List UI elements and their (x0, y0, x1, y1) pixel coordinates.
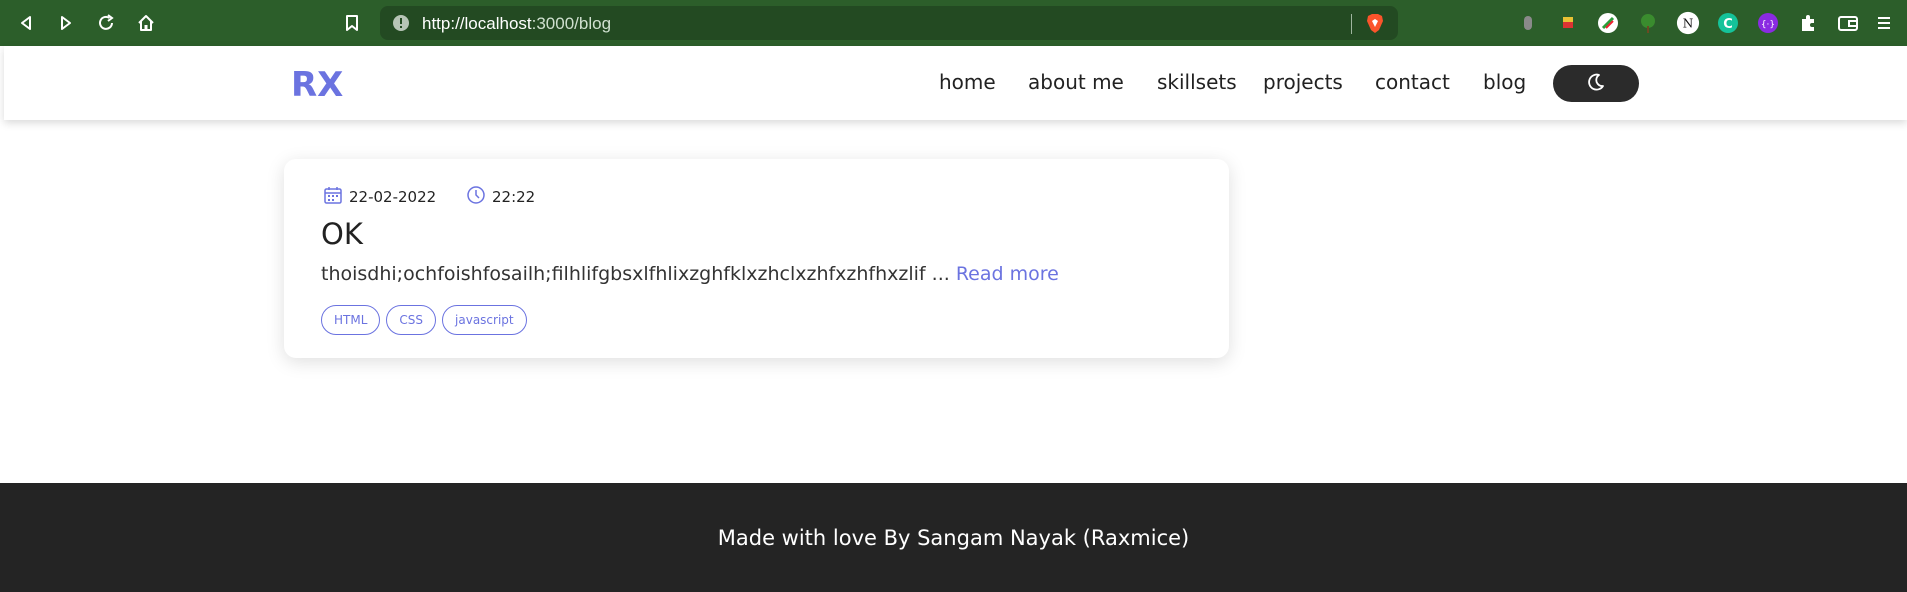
site-logo[interactable]: RX (291, 65, 353, 105)
browser-toolbar: http://localhost:3000/blog N C {·} (0, 0, 1907, 46)
blog-post-card[interactable]: 22-02-2022 22:22 OK thoisdhi;ochfoishfos… (284, 159, 1229, 358)
nav-about-me[interactable]: about me (1028, 70, 1124, 94)
logo-text: RX (291, 66, 343, 100)
post-tags: HTML CSS javascript (321, 305, 533, 335)
extension-1-icon[interactable] (1516, 11, 1540, 35)
brave-shield-icon[interactable] (1364, 12, 1386, 38)
read-more-link[interactable]: Read more (956, 263, 1059, 285)
address-bar[interactable]: http://localhost:3000/blog (380, 6, 1398, 40)
menu-icon[interactable] (1872, 11, 1896, 35)
post-time-text: 22:22 (492, 188, 536, 206)
site-footer: Made with love By Sangam Nayak (Raxmice) (0, 483, 1907, 592)
wallet-icon[interactable] (1836, 11, 1860, 35)
theme-toggle-button[interactable] (1553, 65, 1639, 102)
tree-extension-icon[interactable] (1636, 11, 1660, 35)
clock-icon (466, 185, 486, 209)
post-excerpt: thoisdhi;ochfoishfosailh;filhlifgbsxlfhl… (321, 263, 1059, 285)
site-header: RX home about me skillsets projects cont… (4, 46, 1907, 120)
nav-contact[interactable]: contact (1375, 70, 1450, 94)
moon-icon (1586, 72, 1606, 96)
reload-icon[interactable] (94, 11, 118, 35)
post-date: 22-02-2022 (323, 185, 436, 209)
svg-text:{·}: {·} (1761, 20, 1775, 30)
extensions-icon[interactable] (1796, 11, 1820, 35)
devtools-extension-icon[interactable]: {·} (1756, 11, 1780, 35)
url-text: http://localhost:3000/blog (422, 14, 612, 33)
nav-home[interactable]: home (939, 70, 996, 94)
site-info-icon[interactable] (392, 14, 410, 36)
calendar-icon (323, 185, 343, 209)
post-time: 22:22 (466, 185, 535, 209)
tag-css[interactable]: CSS (386, 305, 437, 335)
extension-3-icon[interactable] (1596, 11, 1620, 35)
tag-javascript[interactable]: javascript (442, 305, 527, 335)
url-divider (1351, 14, 1352, 34)
nav-blog[interactable]: blog (1483, 70, 1526, 94)
grammar-extension-icon[interactable]: C (1716, 11, 1740, 35)
bookmark-icon[interactable] (340, 11, 364, 35)
svg-text:N: N (1683, 17, 1694, 31)
tag-html[interactable]: HTML (321, 305, 381, 335)
nav-projects[interactable]: projects (1263, 70, 1343, 94)
footer-credit: Made with love By Sangam Nayak (Raxmice) (717, 525, 1190, 550)
notion-extension-icon[interactable]: N (1676, 11, 1700, 35)
nav-skillsets[interactable]: skillsets (1157, 70, 1237, 94)
extension-2-icon[interactable] (1556, 11, 1580, 35)
home-icon[interactable] (134, 11, 158, 35)
svg-text:C: C (1723, 17, 1733, 32)
forward-icon[interactable] (54, 11, 78, 35)
post-title[interactable]: OK (321, 217, 363, 251)
post-date-text: 22-02-2022 (349, 188, 437, 206)
back-icon[interactable] (14, 11, 38, 35)
post-excerpt-text: thoisdhi;ochfoishfosailh;filhlifgbsxlfhl… (321, 263, 950, 285)
